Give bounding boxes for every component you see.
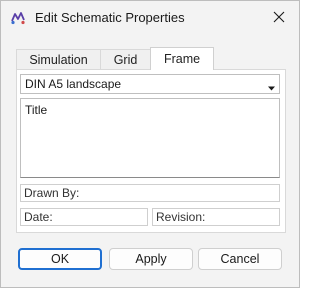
title-text-area[interactable]: Title (20, 98, 280, 178)
title-bar: Edit Schematic Properties (1, 1, 299, 35)
drawn-by-field[interactable]: Drawn By: (20, 184, 280, 202)
tab-grid[interactable]: Grid (100, 49, 151, 70)
dialog-title: Edit Schematic Properties (35, 10, 185, 25)
revision-text: Revision: (156, 210, 206, 224)
close-icon (273, 11, 285, 26)
date-text: Date: (24, 210, 53, 224)
title-text-value: Title (25, 103, 48, 117)
frame-size-value: DIN A5 landscape (25, 77, 122, 91)
revision-field[interactable]: Revision: (152, 208, 280, 226)
chevron-down-icon (268, 81, 275, 91)
close-button[interactable] (265, 5, 293, 31)
tab-simulation[interactable]: Simulation (16, 49, 101, 70)
ok-button[interactable]: OK (18, 248, 102, 270)
drawn-by-text: Drawn By: (24, 186, 80, 200)
schematic-app-icon (10, 10, 26, 26)
tab-frame[interactable]: Frame (150, 47, 214, 70)
date-field[interactable]: Date: (20, 208, 148, 226)
frame-size-select[interactable]: DIN A5 landscape (20, 74, 280, 94)
cancel-button[interactable]: Cancel (198, 248, 282, 270)
apply-button[interactable]: Apply (109, 248, 193, 270)
dialog-window: Edit Schematic Properties Simulation Gri… (0, 0, 300, 288)
